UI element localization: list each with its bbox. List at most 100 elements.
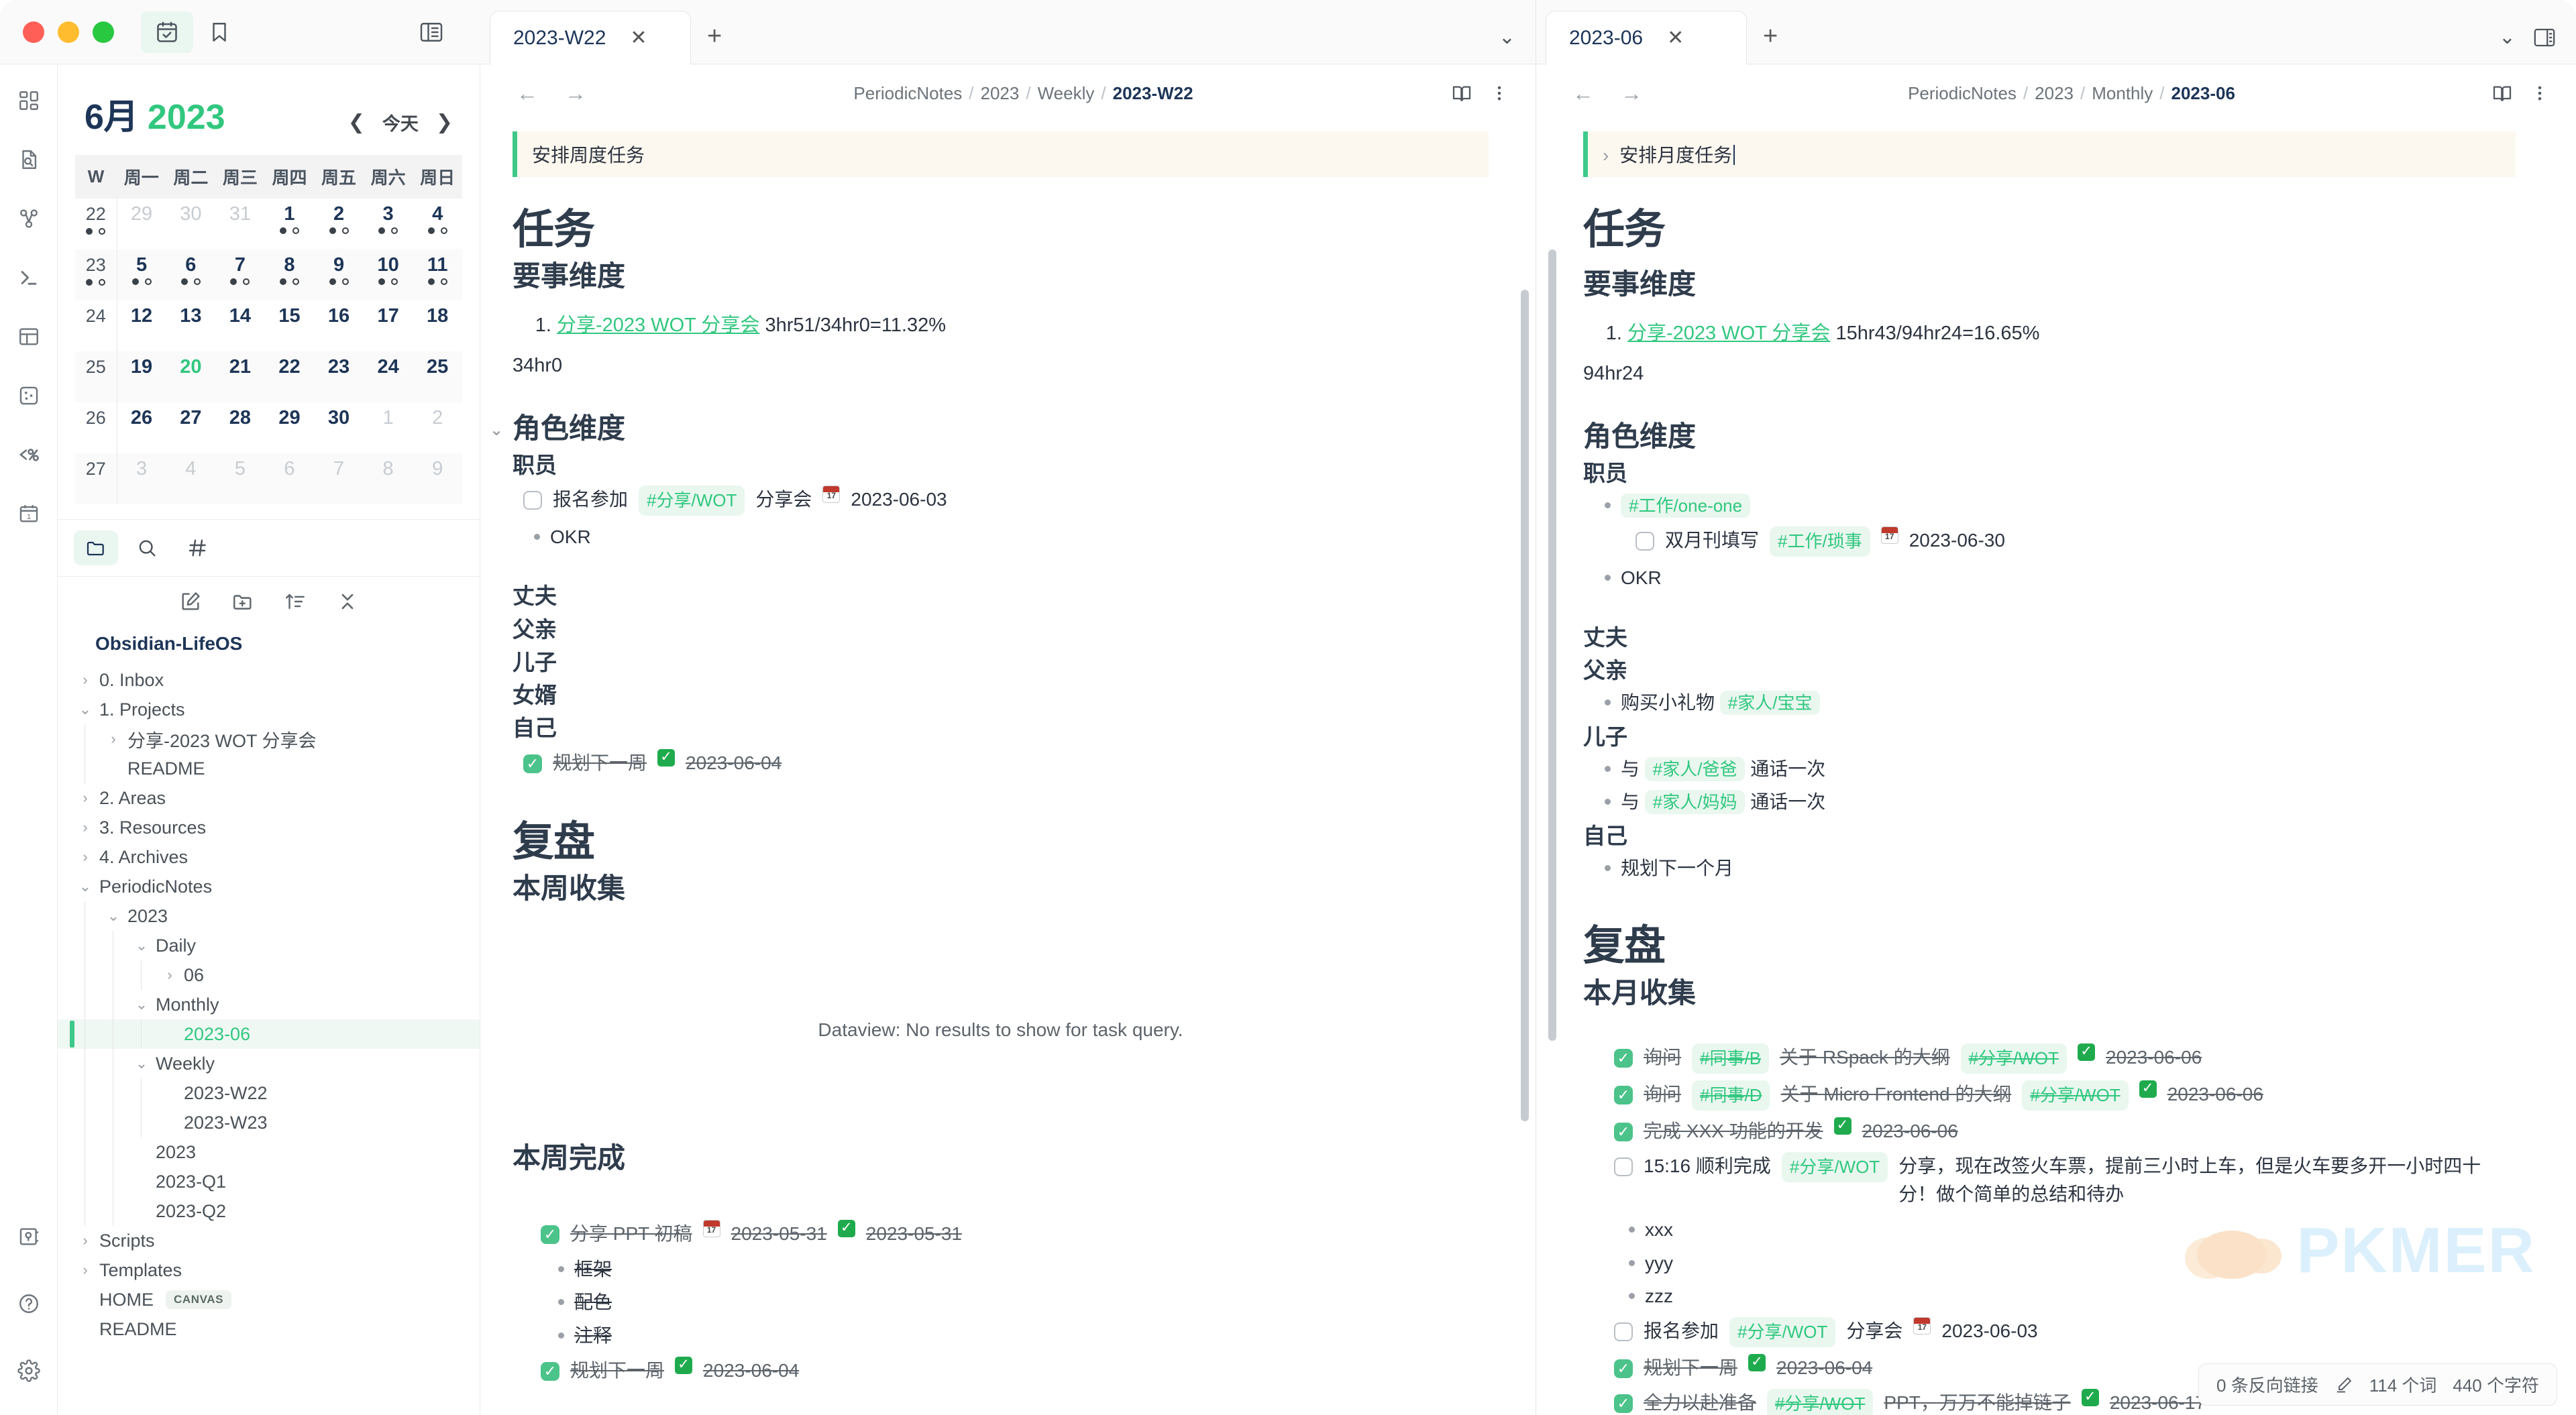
- calendar-day-cell[interactable]: 8: [265, 249, 315, 300]
- bullet-tag[interactable]: #工作/one-one: [1621, 493, 1751, 518]
- help-circle-icon[interactable]: [11, 1286, 46, 1321]
- new-folder-icon[interactable]: [231, 590, 254, 613]
- calendar-day-cell[interactable]: 13: [166, 300, 216, 351]
- task-item[interactable]: 规划下一周 2023-06-04: [513, 1357, 1489, 1385]
- navigate-back-button[interactable]: ←: [507, 81, 547, 106]
- task-tag[interactable]: #工作/琐事: [1770, 526, 1870, 557]
- calendar-day-cell[interactable]: 18: [413, 300, 462, 351]
- right-document[interactable]: 安排月度任务 任务 要事维度 分享-2023 WOT 分享会 15hr43/94…: [1536, 122, 2576, 1415]
- sidebar-tab-files[interactable]: [74, 530, 118, 565]
- task-tag[interactable]: #分享/WOT: [1767, 1389, 1874, 1415]
- task-checkbox[interactable]: [1614, 1086, 1633, 1105]
- dashboard-grid-icon[interactable]: [11, 83, 46, 118]
- book-open-icon[interactable]: [1451, 82, 1472, 104]
- calendar-day-cell[interactable]: 16: [314, 300, 364, 351]
- terminal-icon[interactable]: [11, 260, 46, 295]
- sort-icon[interactable]: [284, 590, 307, 613]
- tree-item-templates[interactable]: › Templates: [58, 1255, 480, 1285]
- task-item[interactable]: 报名参加 #分享/WOT 分享会 2023-06-03: [1583, 1317, 2516, 1348]
- breadcrumb[interactable]: PeriodicNotes / 2023 / Weekly / 2023-W22: [604, 83, 1443, 104]
- breadcrumb-segment-1[interactable]: 2023: [2035, 83, 2074, 104]
- calendar-day-cell[interactable]: 27: [166, 402, 216, 453]
- tree-item-2023-w22[interactable]: ›2023-W22: [58, 1078, 480, 1108]
- tree-item-readme[interactable]: ›README: [58, 1314, 480, 1344]
- project-link[interactable]: 分享-2023 WOT 分享会: [1627, 323, 1830, 344]
- more-vertical-icon[interactable]: [2530, 82, 2549, 104]
- chevron-right-icon[interactable]: ›: [75, 789, 95, 807]
- breadcrumb-segment-1[interactable]: 2023: [981, 83, 1020, 104]
- chevron-down-icon[interactable]: ⌄: [131, 937, 152, 954]
- task-checkbox[interactable]: [1635, 532, 1654, 551]
- tree-item-monthly[interactable]: ⌄ Monthly: [58, 990, 480, 1019]
- calendar-week-number[interactable]: 27: [75, 453, 117, 504]
- calendar-day-cell[interactable]: 7: [215, 249, 265, 300]
- task-tag[interactable]: #分享/WOT: [1729, 1317, 1836, 1348]
- chevron-right-icon[interactable]: ›: [160, 966, 180, 984]
- maximize-window-button[interactable]: [93, 21, 114, 43]
- calendar-day-cell[interactable]: 2: [413, 402, 462, 453]
- task-item[interactable]: 分享 PPT 初稿 2023-05-31 2023-05-31: [513, 1219, 1489, 1248]
- dice-random-icon[interactable]: [11, 378, 46, 413]
- middle-document[interactable]: 安排周度任务 任务 要事维度 分享-2023 WOT 分享会 3hr51/34h…: [480, 122, 1536, 1415]
- chevron-down-icon[interactable]: ⌄: [131, 1055, 152, 1072]
- calendar-day-cell[interactable]: 3: [117, 453, 166, 504]
- calendar-day-cell[interactable]: 3: [364, 199, 413, 249]
- new-tab-button[interactable]: +: [691, 23, 738, 49]
- sidebar-tab-search[interactable]: [125, 530, 169, 565]
- book-open-icon[interactable]: [2491, 82, 2513, 104]
- calendar-day-cell[interactable]: 31: [215, 199, 265, 249]
- breadcrumb-segment-2[interactable]: Weekly: [1038, 83, 1095, 104]
- calendar-day-cell[interactable]: 4: [413, 199, 462, 249]
- calendar-day-cell[interactable]: 9: [314, 249, 364, 300]
- calendar-day-cell[interactable]: 8: [364, 453, 413, 504]
- tree-item-2023-q1[interactable]: ›2023-Q1: [58, 1167, 480, 1196]
- tree-item-3-resources[interactable]: › 3. Resources: [58, 813, 480, 842]
- breadcrumb[interactable]: PeriodicNotes / 2023 / Monthly / 2023-06: [1660, 83, 2483, 104]
- chevron-down-icon[interactable]: ⌄: [103, 907, 123, 925]
- chevron-right-icon[interactable]: ›: [75, 848, 95, 866]
- calendar-day-cell[interactable]: 1: [364, 402, 413, 453]
- task-checkbox[interactable]: [1614, 1157, 1633, 1177]
- calendar-day-cell[interactable]: 30: [166, 199, 216, 249]
- calendar-day-cell[interactable]: 6: [166, 249, 216, 300]
- calendar-day-cell[interactable]: 29: [265, 402, 315, 453]
- calendar-day-cell[interactable]: 24: [364, 351, 413, 402]
- calendar-day-cell[interactable]: 20: [166, 351, 216, 402]
- calendar-day-cell[interactable]: 28: [215, 402, 265, 453]
- calendar-day-icon[interactable]: 1: [11, 496, 46, 531]
- chevron-down-icon[interactable]: ⌄: [490, 421, 503, 441]
- calendar-day-cell[interactable]: 19: [117, 351, 166, 402]
- chevron-right-icon[interactable]: ›: [75, 1232, 95, 1249]
- task-item[interactable]: 询问 #同事/D 关于 Micro Frontend 的大纲 #分享/WOT 2…: [1583, 1080, 2516, 1111]
- calendar-day-cell[interactable]: 10: [364, 249, 413, 300]
- graph-node-icon[interactable]: [11, 201, 46, 236]
- tab-2023-w22[interactable]: 2023-W22 ✕: [490, 11, 691, 64]
- navigate-back-button[interactable]: ←: [1563, 81, 1603, 106]
- chevron-down-icon[interactable]: ⌄: [131, 996, 152, 1013]
- calendar-day-cell[interactable]: 17: [364, 300, 413, 351]
- chevron-down-icon[interactable]: ⌄: [1499, 25, 1515, 49]
- task-checkbox[interactable]: [541, 1225, 559, 1244]
- calendar-day-cell[interactable]: 29: [117, 199, 166, 249]
- task-item-long[interactable]: 15:16 顺利完成 #分享/WOT 分享，现在改签火车票，提前三小时上车，但是…: [1583, 1152, 2516, 1208]
- tree-item-2023[interactable]: ⌄ 2023: [58, 901, 480, 931]
- template-percent-icon[interactable]: [11, 437, 46, 472]
- calendar-today-button[interactable]: 今天: [382, 109, 419, 135]
- task-checkbox[interactable]: [523, 754, 542, 773]
- task-checkbox[interactable]: [1614, 1394, 1633, 1414]
- tree-item-periodicnotes[interactable]: ⌄ PeriodicNotes: [58, 872, 480, 901]
- new-note-icon[interactable]: [179, 590, 202, 613]
- task-checkbox[interactable]: [523, 490, 542, 510]
- chevron-right-icon[interactable]: ›: [75, 671, 95, 689]
- calendar-day-cell[interactable]: 30: [314, 402, 364, 453]
- task-item[interactable]: 询问 #同事/B 关于 RSpack 的大纲 #分享/WOT 2023-06-0…: [1583, 1043, 2516, 1074]
- minimize-window-button[interactable]: [58, 21, 79, 43]
- bookmark-icon[interactable]: [193, 11, 246, 53]
- breadcrumb-segment-3[interactable]: 2023-06: [2171, 83, 2235, 104]
- chevron-down-icon[interactable]: ⌄: [75, 701, 95, 718]
- task-tag-2[interactable]: #分享/WOT: [2022, 1080, 2129, 1111]
- calendar-day-cell[interactable]: 6: [265, 453, 315, 504]
- tree-item-scripts[interactable]: › Scripts: [58, 1226, 480, 1255]
- close-icon[interactable]: ✕: [1660, 24, 1690, 52]
- tree-item-2023-06[interactable]: ›2023-06: [58, 1019, 480, 1049]
